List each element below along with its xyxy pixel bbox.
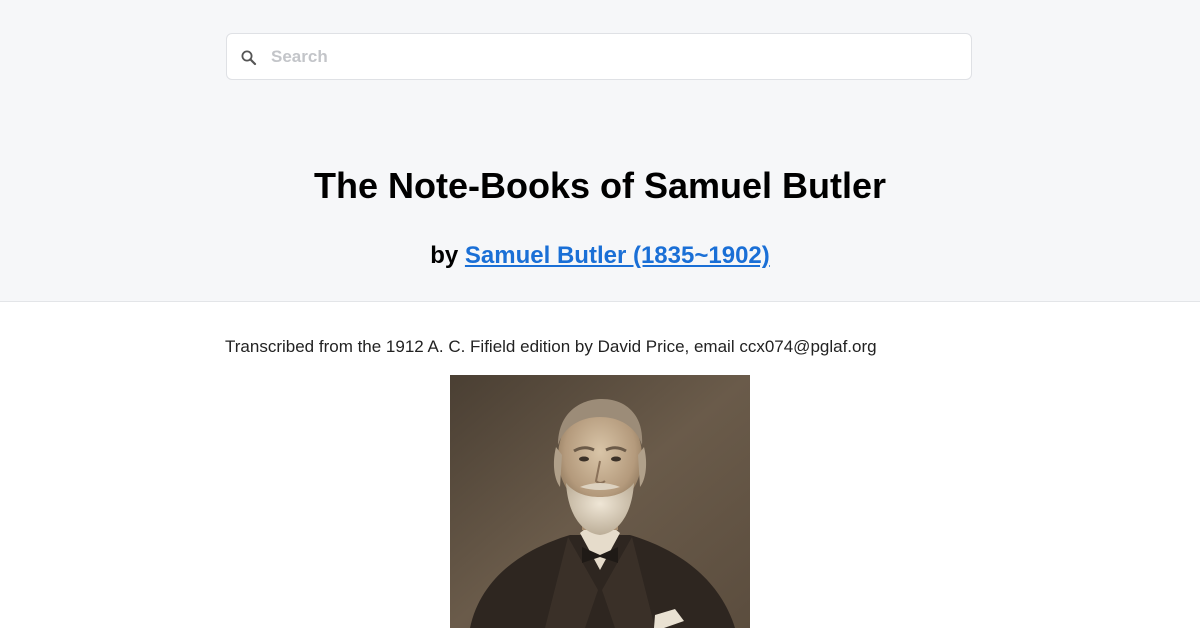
- search-icon: [240, 49, 258, 67]
- by-prefix: by: [430, 242, 465, 269]
- search-input[interactable]: [271, 34, 951, 79]
- byline: by Samuel Butler (1835~1902): [0, 240, 1200, 272]
- transcription-note: Transcribed from the 1912 A. C. Fifield …: [225, 337, 877, 356]
- author-portrait: [450, 375, 750, 628]
- page-header: The Note-Books of Samuel Butler by Samue…: [0, 0, 1200, 302]
- author-link[interactable]: Samuel Butler (1835~1902): [465, 242, 770, 269]
- search-bar[interactable]: [226, 33, 972, 80]
- book-title: The Note-Books of Samuel Butler: [313, 165, 887, 206]
